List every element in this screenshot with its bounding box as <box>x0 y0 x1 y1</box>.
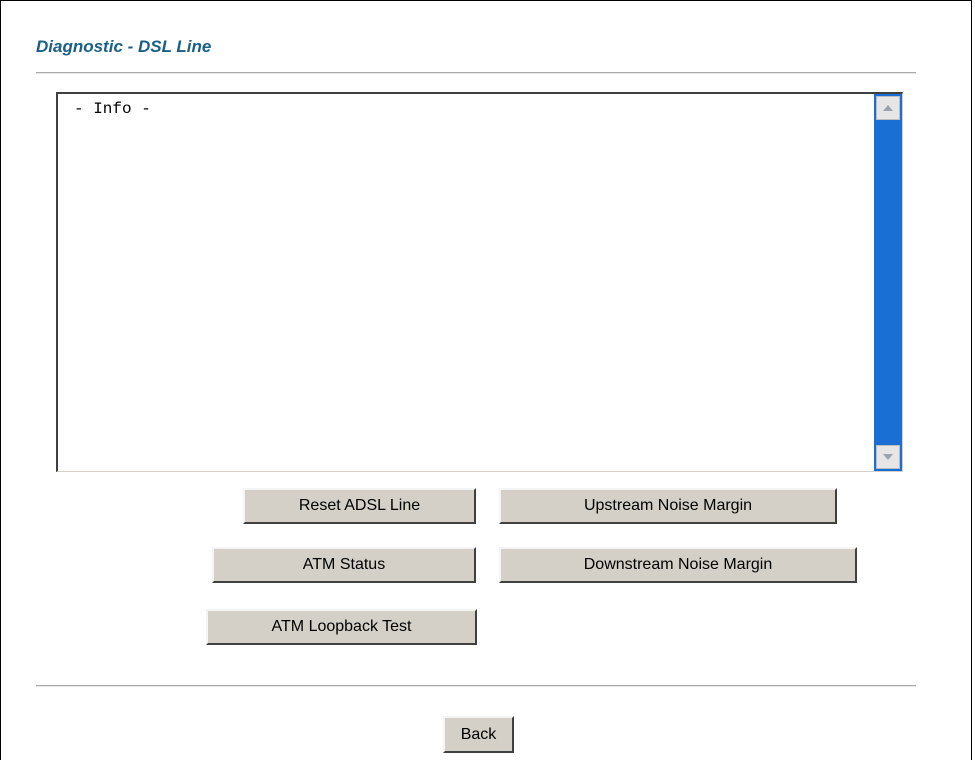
info-scrollbar[interactable] <box>874 94 902 471</box>
page-frame: Diagnostic - DSL Line - Info - Reset ADS… <box>0 0 972 760</box>
info-text: - Info - <box>74 100 151 118</box>
upstream-noise-margin-button[interactable]: Upstream Noise Margin <box>499 488 837 524</box>
atm-status-button[interactable]: ATM Status <box>212 547 476 583</box>
info-textarea[interactable]: - Info - <box>56 92 903 472</box>
chevron-up-icon <box>883 105 893 111</box>
scroll-down-button[interactable] <box>876 445 900 469</box>
reset-adsl-line-button[interactable]: Reset ADSL Line <box>243 488 476 524</box>
top-divider <box>36 72 916 74</box>
chevron-down-icon <box>883 454 893 460</box>
page-title: Diagnostic - DSL Line <box>36 37 212 56</box>
bottom-divider <box>36 685 916 687</box>
atm-loopback-test-button[interactable]: ATM Loopback Test <box>206 609 477 645</box>
back-button[interactable]: Back <box>443 716 514 753</box>
scroll-up-button[interactable] <box>876 96 900 120</box>
downstream-noise-margin-button[interactable]: Downstream Noise Margin <box>499 547 857 583</box>
